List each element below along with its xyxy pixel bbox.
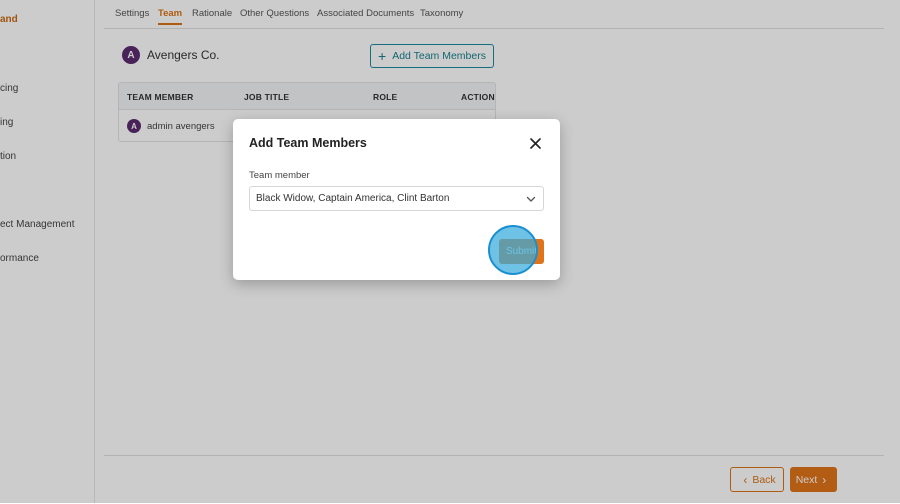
chevron-down-icon (526, 196, 536, 202)
close-button[interactable] (526, 134, 544, 152)
submit-button[interactable]: Submit (499, 239, 544, 264)
submit-label: Submit (505, 246, 538, 257)
team-member-selected-value: Black Widow, Captain America, Clint Bart… (256, 193, 450, 204)
team-member-select[interactable]: Black Widow, Captain America, Clint Bart… (249, 186, 544, 211)
team-member-label: Team member (249, 170, 310, 181)
close-icon (529, 137, 541, 149)
add-team-members-dialog: Add Team Members Team member Black Widow… (233, 119, 560, 280)
dialog-title: Add Team Members (249, 136, 367, 150)
